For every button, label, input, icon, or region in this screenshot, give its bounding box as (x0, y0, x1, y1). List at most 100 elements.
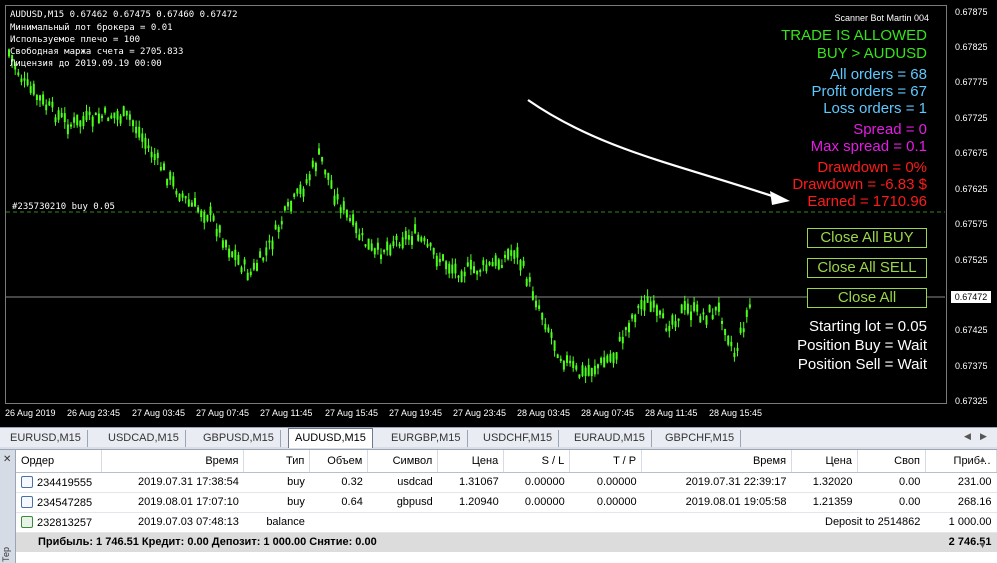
time-tick: 27 Aug 07:45 (196, 408, 250, 418)
close-all-sell-button[interactable]: Close All SELL (807, 258, 927, 278)
col-tp[interactable]: T / P (569, 450, 643, 473)
cell-order: 232813257 (37, 516, 93, 529)
starting-lot: Starting lot = 0.05 (809, 318, 927, 335)
candle-body (101, 115, 103, 119)
candle-body (97, 113, 100, 124)
candle-body (197, 207, 200, 212)
col-order[interactable]: Ордер (16, 450, 103, 473)
candle-body (20, 78, 23, 82)
candle-body (141, 133, 144, 142)
candle-body (476, 271, 479, 275)
tab-gbpusd[interactable]: GBPUSD,M15 (197, 430, 281, 447)
price-tick: 0.67675 (955, 148, 988, 158)
table-row[interactable]: 232813257 2019.07.03 07:48:13 balance De… (16, 512, 997, 533)
candle-body (256, 262, 258, 271)
candle-body (104, 107, 107, 113)
candle-body (407, 235, 410, 240)
candle-body (631, 314, 634, 319)
trade-status: TRADE IS ALLOWED (781, 27, 927, 44)
candle-body (262, 257, 265, 261)
scroll-down-icon[interactable]: ▼ (978, 540, 987, 550)
candle-body (665, 328, 668, 331)
close-icon[interactable]: ✕ (3, 454, 11, 465)
candle-body (376, 242, 379, 250)
info-min-lot: Минимальный лот брокера = 0.01 (10, 23, 173, 33)
close-all-button[interactable]: Close All (807, 288, 927, 308)
tab-scroll-left-icon[interactable]: ◀ (964, 431, 971, 442)
col-symbol[interactable]: Символ (367, 450, 439, 473)
candle-body (389, 245, 392, 256)
order-line-label: #235730210 buy 0.05 (12, 202, 115, 212)
scroll-up-icon[interactable]: ▲ (978, 454, 987, 464)
candle-body (742, 328, 745, 333)
col-price[interactable]: Цена (437, 450, 505, 473)
candle-body (680, 304, 683, 314)
candle-body (156, 152, 159, 159)
col-swap[interactable]: Своп (857, 450, 926, 473)
tab-gbpchf[interactable]: GBPCHF,M15 (659, 430, 742, 447)
candle-body (606, 355, 609, 363)
candle-body (646, 296, 649, 303)
candle-body (488, 261, 491, 266)
candle-body (562, 360, 565, 370)
cell-profit: 268.16 (925, 492, 997, 513)
cell-order: 234547285 (37, 496, 93, 509)
cell-swap: 0.00 (857, 492, 926, 513)
close-all-buy-button[interactable]: Close All BUY (807, 228, 927, 248)
candle-body (686, 303, 689, 314)
terminal-panel: ✕ Тер Ордер Время Тип Объем Символ Цена … (0, 449, 997, 563)
candle-body (690, 311, 692, 321)
cell-comment: Deposit to 2514862 (641, 512, 926, 533)
tab-eurgbp[interactable]: EURGBP,M15 (385, 430, 468, 447)
candle-body (70, 124, 72, 127)
candle-body (159, 166, 162, 171)
candle-body (364, 244, 367, 247)
candle-body (380, 254, 382, 260)
col-volume[interactable]: Объем (309, 450, 369, 473)
col-close-time[interactable]: Время (641, 450, 793, 473)
candle-body (39, 95, 41, 101)
candle-body (116, 111, 119, 120)
candle-body (386, 241, 389, 251)
candle-body (730, 341, 733, 347)
candle-body (507, 249, 510, 260)
candle-body (212, 215, 215, 221)
candle-body (717, 302, 720, 312)
candle-body (733, 352, 736, 358)
candle-body (479, 270, 482, 273)
candle-body (128, 114, 131, 120)
price-tick: 0.67425 (955, 325, 988, 335)
candle-body (200, 210, 203, 218)
price-tick: 0.67725 (955, 113, 988, 123)
info-leverage: Используемое плечо = 100 (10, 35, 141, 45)
col-time[interactable]: Время (101, 450, 245, 473)
candle-body (302, 188, 305, 197)
cell-price: 1.20940 (437, 492, 504, 513)
candle-body (153, 154, 156, 161)
cell-symbol: gbpusd (367, 492, 438, 513)
candle-body (448, 263, 451, 274)
table-row[interactable]: 234419555 2019.07.31 17:38:54 buy 0.32 u… (16, 472, 997, 493)
tab-eurusd[interactable]: EURUSD,M15 (4, 430, 88, 447)
candle-body (94, 112, 97, 116)
col-type[interactable]: Тип (243, 450, 311, 473)
candle-body (466, 262, 469, 267)
tab-usdcad[interactable]: USDCAD,M15 (102, 430, 186, 447)
candle-body (150, 151, 153, 158)
candle-body (181, 193, 184, 198)
col-sl[interactable]: S / L (503, 450, 571, 473)
candle-body (714, 306, 717, 311)
cell-profit: 231.00 (925, 472, 997, 493)
candle-body (643, 300, 646, 311)
tab-euraud[interactable]: EURAUD,M15 (568, 430, 652, 447)
table-row[interactable]: 234547285 2019.08.01 17:07:10 buy 0.64 g… (16, 492, 997, 513)
total-summary: Прибыль: 1 746.51 Кредит: 0.00 Депозит: … (16, 532, 926, 552)
candle-body (541, 312, 544, 320)
col-close-price[interactable]: Цена (791, 450, 858, 473)
tab-scroll-right-icon[interactable]: ▶ (980, 431, 987, 442)
price-chart[interactable]: AUDUSD,M15 0.67462 0.67475 0.67460 0.674… (0, 0, 997, 427)
candle-body (699, 316, 702, 323)
tab-audusd[interactable]: AUDUSD,M15 (288, 428, 373, 448)
candle-body (609, 353, 612, 362)
tab-usdchf[interactable]: USDCHF,M15 (477, 430, 560, 447)
